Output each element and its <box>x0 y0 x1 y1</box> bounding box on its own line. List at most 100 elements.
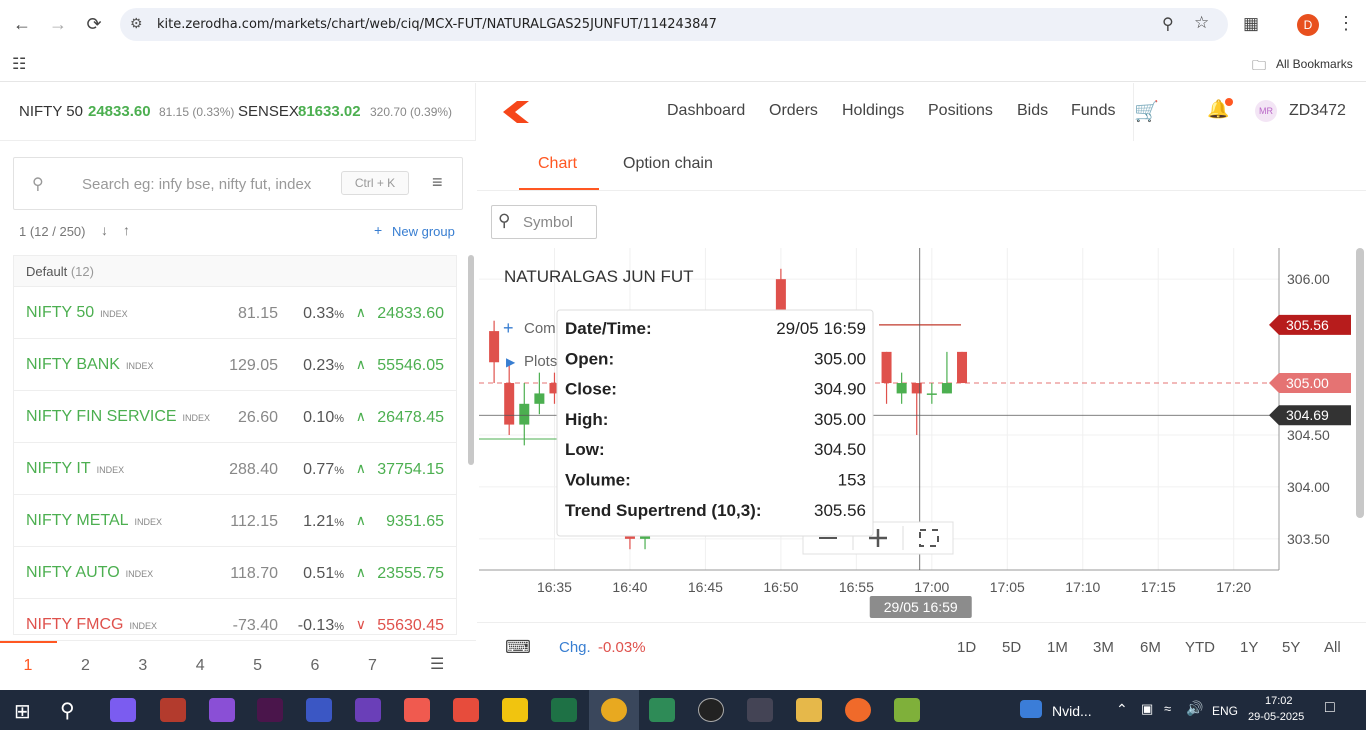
clock-date[interactable]: 29-05-2025 <box>1248 711 1304 723</box>
nav-funds[interactable]: Funds <box>1071 102 1115 120</box>
cart-icon[interactable]: 🛒 <box>1134 99 1159 124</box>
sort-up-icon[interactable]: ↑ <box>123 222 130 238</box>
watchlist-scrollbar[interactable] <box>468 255 474 465</box>
chevron-up-icon[interactable]: ⌃ <box>1116 701 1128 718</box>
range-1d[interactable]: 1D <box>957 639 976 656</box>
copilot-icon[interactable] <box>110 698 136 722</box>
chart-canvas[interactable]: 16:35 16:40 16:45 16:50 16:55 17:00 17:05 17:10… <box>477 248 1357 620</box>
volume-icon[interactable]: 🔊 <box>1186 700 1203 717</box>
forward-icon[interactable]: → <box>46 12 70 36</box>
slack-icon[interactable] <box>257 698 283 722</box>
search-input[interactable]: Search eg: infy bse, nifty fut, index <box>82 176 311 193</box>
candle[interactable] <box>926 383 937 404</box>
address-bar[interactable]: ⚙ kite.zerodha.com/markets/chart/web/ciq… <box>120 8 1228 41</box>
range-ytd[interactable]: YTD <box>1185 639 1215 656</box>
settings-icon[interactable] <box>747 698 773 722</box>
excel-icon[interactable] <box>551 698 577 722</box>
page-tab-6[interactable]: 6 <box>305 657 325 675</box>
reload-icon[interactable]: ⟳ <box>82 12 106 36</box>
instrument-search[interactable]: ⚲ Search eg: infy bse, nifty fut, index … <box>13 157 463 210</box>
plus-icon[interactable]: + <box>503 318 514 338</box>
plots-menu[interactable]: Plots <box>524 353 557 370</box>
range-all[interactable]: All <box>1324 639 1341 656</box>
all-bookmarks[interactable]: All Bookmarks <box>1276 57 1353 71</box>
sort-down-icon[interactable]: ↓ <box>101 222 108 238</box>
search-icon[interactable]: ⚲ <box>60 698 75 723</box>
page-tab-1[interactable]: 1 <box>18 657 38 675</box>
candle[interactable] <box>911 383 922 435</box>
candle[interactable] <box>957 351 968 384</box>
anydesk-icon[interactable] <box>453 698 479 722</box>
candle[interactable] <box>504 362 515 435</box>
candle[interactable] <box>489 320 500 384</box>
sheets-icon[interactable] <box>649 698 675 722</box>
chrome-icon[interactable] <box>601 698 627 722</box>
range-1y[interactable]: 1Y <box>1240 639 1258 656</box>
file-explorer-icon[interactable] <box>796 698 822 722</box>
candle[interactable] <box>941 351 952 394</box>
back-icon[interactable]: ← <box>10 12 34 36</box>
extensions-icon[interactable]: ▦ <box>1243 14 1259 34</box>
profile-avatar[interactable]: D <box>1297 14 1319 36</box>
play-icon[interactable]: ▶ <box>506 355 516 369</box>
wifi-icon[interactable]: ≈ <box>1164 701 1171 716</box>
site-info-icon[interactable]: ⚙ <box>130 15 143 32</box>
watchlist-row[interactable]: NIFTY AUTO INDEX 118.70 0.51% ∧ 23555.75 <box>14 547 456 599</box>
layers-icon[interactable]: ☰ <box>430 654 444 674</box>
filter-icon[interactable]: ≡ <box>432 172 443 193</box>
visual-studio-icon[interactable] <box>209 698 235 722</box>
range-5d[interactable]: 5D <box>1002 639 1021 656</box>
zoom-icon[interactable]: ⚲ <box>1162 14 1174 34</box>
symbol-search[interactable]: ⚲ Symbol <box>491 205 597 239</box>
language-label[interactable]: ENG <box>1212 704 1238 718</box>
page-scrollbar[interactable] <box>1356 248 1364 518</box>
plus-icon[interactable]: + <box>374 222 382 238</box>
page-tab-5[interactable]: 5 <box>248 657 268 675</box>
watchlist-group-header[interactable]: Default (12) <box>14 256 456 287</box>
tool-icon[interactable] <box>502 698 528 722</box>
nav-holdings[interactable]: Holdings <box>842 102 904 120</box>
range-6m[interactable]: 6M <box>1140 639 1161 656</box>
range-5y[interactable]: 5Y <box>1282 639 1300 656</box>
watchlist-row[interactable]: NIFTY METAL INDEX 112.15 1.21% ∧ 9351.65 <box>14 495 456 547</box>
new-group-link[interactable]: New group <box>392 224 455 239</box>
page-tab-3[interactable]: 3 <box>133 657 153 675</box>
range-3m[interactable]: 3M <box>1093 639 1114 656</box>
user-id[interactable]: ZD3472 <box>1289 102 1346 120</box>
candle[interactable] <box>896 372 907 404</box>
candle[interactable] <box>519 383 530 446</box>
nav-orders[interactable]: Orders <box>769 102 818 120</box>
symbol-input[interactable]: Symbol <box>523 214 573 231</box>
bookmark-star-icon[interactable]: ☆ <box>1194 13 1209 33</box>
watchlist-row[interactable]: NIFTY IT INDEX 288.40 0.77% ∧ 37754.15 <box>14 443 456 495</box>
watchlist-row[interactable]: NIFTY 50 INDEX 81.15 0.33% ∧ 24833.60 <box>14 287 456 339</box>
page-tab-2[interactable]: 2 <box>75 657 95 675</box>
keyboard-icon[interactable]: ⌨ <box>505 637 531 658</box>
user-avatar[interactable]: MR <box>1255 100 1277 122</box>
menu-icon[interactable]: ⋮ <box>1337 13 1355 34</box>
comparison-menu[interactable]: Com <box>524 320 556 337</box>
asana-icon[interactable] <box>404 698 430 722</box>
app-icon[interactable] <box>306 698 332 722</box>
candle[interactable] <box>534 372 545 415</box>
nvidia-icon[interactable] <box>1020 700 1042 718</box>
visual-studio-2-icon[interactable] <box>355 698 381 722</box>
winrar-icon[interactable] <box>160 698 186 722</box>
nav-positions[interactable]: Positions <box>928 102 993 120</box>
watchlist-row[interactable]: NIFTY FMCG INDEX -73.40 -0.13% ∨ 55630.45 <box>14 599 456 634</box>
tab-option-chain[interactable]: Option chain <box>623 155 713 173</box>
page-tab-7[interactable]: 7 <box>362 657 382 675</box>
range-1m[interactable]: 1M <box>1047 639 1068 656</box>
nav-bids[interactable]: Bids <box>1017 102 1048 120</box>
watchlist-row[interactable]: NIFTY BANK INDEX 129.05 0.23% ∧ 55546.05 <box>14 339 456 391</box>
price-chart[interactable]: 16:35 16:40 16:45 16:50 16:55 17:00 17:05 17:10… <box>477 248 1357 620</box>
windows-start-icon[interactable]: ⊞ <box>14 699 31 724</box>
chatgpt-icon[interactable] <box>698 698 724 722</box>
index-name-nifty[interactable]: NIFTY 50 <box>19 103 83 120</box>
tab-chart[interactable]: Chart <box>538 155 577 173</box>
candle[interactable] <box>881 351 892 404</box>
app-green-icon[interactable] <box>894 698 920 722</box>
apps-grid-icon[interactable]: ☷ <box>12 54 26 74</box>
postman-icon[interactable] <box>845 698 871 722</box>
page-tab-4[interactable]: 4 <box>190 657 210 675</box>
